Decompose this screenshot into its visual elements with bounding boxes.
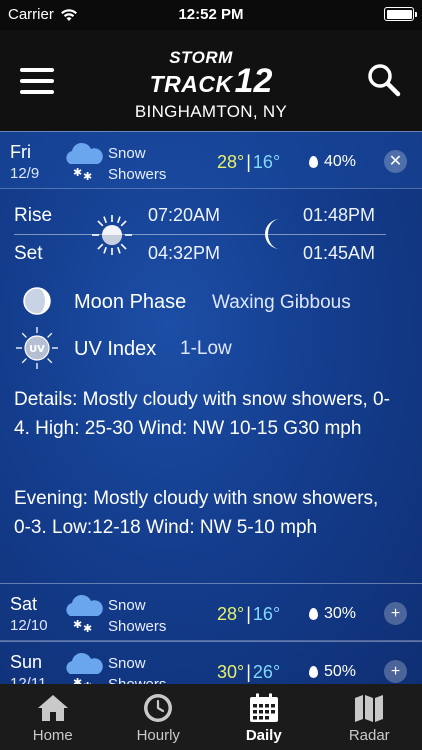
tab-bar: Home Hourly Daily Radar [0,684,422,750]
day-date: 12/10 [10,617,48,634]
low-temp: 26° [252,662,281,682]
svg-text:✱: ✱ [83,170,92,183]
moonrise-time: 01:48PM [303,205,376,225]
condition-text: Snow Showers [108,595,166,637]
condition-line: Snow [108,655,146,672]
sunrise-time: 07:20AM [148,205,221,225]
tab-home[interactable]: Home [0,684,106,750]
sun-icon [92,215,132,255]
low-temp: 16° [252,604,281,624]
high-temp: 28° [217,152,245,172]
day-date: 12/11 [10,675,47,684]
moonset-time: 01:45AM [303,243,376,263]
temperature: 28° | 16° [217,152,280,173]
condition-line: Showers [108,618,167,635]
home-icon [37,695,68,721]
tab-label: Daily [245,727,282,744]
raindrop-icon [309,666,318,678]
daily-forecast-list[interactable]: Fri 12/9 ✱ ✱ Snow Showers 28° | 16° 40% ✕ … [0,131,422,684]
tab-hourly[interactable]: Hourly [106,684,212,750]
snow-showers-icon: ✱ ✱ [66,594,103,635]
map-icon [355,695,384,722]
precip-chance: 30% [324,605,357,622]
collapse-button[interactable]: ✕ [384,150,407,173]
raindrop-icon [309,156,318,168]
search-icon [368,64,401,97]
logo-number-text: 12 [234,62,273,100]
condition-line: Showers [108,674,166,684]
sunset-time: 04:32PM [148,243,221,263]
day-row-sun[interactable]: Sun 12/11 ✱ ✱ Snow Showers 30°|26° 50% + [0,641,422,684]
uv-index-icon: UV [16,327,58,369]
temp-separator: | [246,152,251,172]
tab-label: Hourly [136,727,180,744]
uv-index-value: 1-Low [180,338,232,359]
tab-label: Home [32,727,73,744]
logo-track-text: TRACK [149,71,233,97]
details-text: Details: Mostly cloudy with snow showers… [14,389,390,439]
moon-phase-icon [23,287,51,315]
day-name: Sun [10,652,43,672]
rise-label: Rise [14,205,53,226]
temp-separator: | [246,662,251,682]
precipitation: 30% [309,605,356,623]
day-row-fri[interactable]: Fri 12/9 ✱ ✱ Snow Showers 28° | 16° 40% ✕ [0,131,422,189]
day-date: 12/9 [10,165,40,182]
svg-text:✱: ✱ [73,166,82,179]
expand-button[interactable]: + [384,660,407,683]
day-name: Fri [10,142,31,162]
rise-set-divider [14,234,386,235]
moon-crescent-icon [265,219,280,249]
precip-chance: 50% [324,663,357,680]
day-name: Sat [10,594,38,614]
app-logo: STORM TRACK 12 [0,49,422,101]
svg-text:✱: ✱ [73,676,82,684]
condition-text: Snow Showers [108,143,166,185]
condition-line: Snow [108,597,146,614]
calendar-icon [249,693,278,722]
svg-text:✱: ✱ [83,622,92,635]
raindrop-icon [309,608,318,620]
evening-text: Evening: Mostly cloudy with snow showers… [14,488,379,538]
tab-label: Radar [348,727,390,744]
battery-icon [384,7,417,21]
condition-text: Snow Showers [108,653,166,684]
status-bar: Carrier 12:52 PM [0,0,422,30]
temperature: 30° | 26° [217,662,280,683]
moon-phase-label: Moon Phase [74,291,187,313]
tab-daily[interactable]: Daily [211,684,317,750]
precipitation: 40% [309,153,356,171]
temp-separator: | [246,604,251,624]
snow-showers-icon: ✱ ✱ [66,142,103,183]
tab-radar[interactable]: Radar [317,684,422,750]
logo-line: TRACK 12 [0,62,422,101]
status-time: 12:52 PM [178,6,244,23]
precipitation: 50% [309,663,356,681]
uv-icon-text: UV [29,344,45,355]
condition-line: Snow [108,145,146,162]
set-label: Set [14,243,43,264]
high-temp: 30° [217,662,245,682]
temperature: 28° | 16° [217,604,280,625]
low-temp: 16° [252,152,281,172]
uv-index-label: UV Index [74,338,157,360]
status-right [384,7,417,21]
high-temp: 28° [217,604,245,624]
day-row-sat[interactable]: Sat 12/10 ✱ ✱ Snow Showers 28° | 16° 30% + [0,583,422,641]
location-title: BINGHAMTON, NY [134,102,288,121]
search-button[interactable] [366,62,402,98]
clock-icon [144,694,173,722]
moon-phase-value: Waxing Gibbous [212,292,351,313]
condition-line: Showers [108,166,167,183]
snow-showers-icon: ✱ ✱ [66,652,103,684]
precip-chance: 40% [324,153,357,170]
app-header: STORM TRACK 12 BINGHAMTON, NY [0,30,422,131]
svg-text:✱: ✱ [73,618,82,631]
expand-button[interactable]: + [384,602,407,625]
